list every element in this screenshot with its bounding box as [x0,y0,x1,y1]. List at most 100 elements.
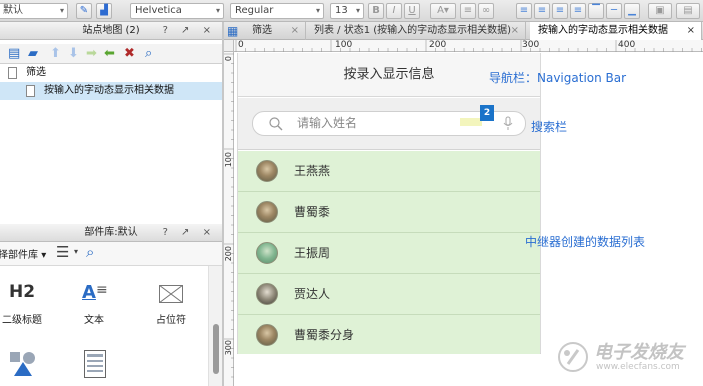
tab-label: 筛选 [252,25,272,36]
search-icon[interactable]: ⌕ [86,243,94,261]
text-icon: A ≡ [82,282,108,303]
library-widget-table[interactable] [80,350,110,380]
repeater-list: 王燕燕 曹蜀黍 王振周 贾达人 曹蜀黍分身 [238,151,540,354]
search-icon[interactable]: ⌕ [145,46,152,62]
bold-icon[interactable]: B [368,3,384,19]
close-icon[interactable]: × [291,22,299,40]
tab-label: 按输入的字动态显示相关数据 [538,25,668,36]
add-folder-icon[interactable]: ▰ [28,46,38,62]
ruler-mark: 200 [224,246,233,262]
list-item[interactable]: 王燕燕 [238,151,540,192]
format-painter-icon[interactable]: ✎ [76,3,92,19]
list-item[interactable]: 曹蜀黍 [238,192,540,233]
delete-page-icon[interactable]: ✖ [124,46,135,62]
horizontal-ruler: 0 100 200 300 400 [234,40,703,52]
close-icon[interactable]: × [687,22,695,40]
underline-icon[interactable]: U [404,3,420,19]
avatar [256,201,278,223]
microphone-icon[interactable] [503,116,513,132]
add-page-icon[interactable]: ▤ [8,46,20,62]
library-widget-placeholder[interactable]: 占位符 [146,282,196,326]
search-placeholder: 请输入姓名 [297,116,358,130]
page-list-icon[interactable]: ▦ [227,24,238,38]
library-select[interactable]: 择部件库 ▾ [0,246,46,261]
paint-bucket-icon[interactable]: ▟ [96,3,112,19]
chevron-down-icon: ▾ [315,6,320,15]
text-color-icon[interactable]: A▾ [430,3,456,19]
style-select-value: 默认 [3,5,23,16]
sitemap-item-selected[interactable]: 按输入的字动态显示相关数据 [0,82,222,100]
ruler-mark: 300 [522,40,540,50]
note-navigation-bar: 导航栏：Navigation Bar [489,71,627,85]
library-widget-label: 占位符 [156,315,186,326]
line-color-icon[interactable]: ▤ [676,3,700,19]
font-style-select[interactable]: Regular ▾ [230,3,324,19]
sitemap-title: 站点地图 (2) [82,25,140,36]
sitemap-toolbar: ▤ ▰ ⬆ ⬇ ➡ ⬅ ✖ ⌕ [0,44,222,64]
format-toolbar: 默认 ▾ ✎ ▟ Helvetica ▾ Regular ▾ 13 ▾ B I … [0,0,703,22]
tab-dynamic-data[interactable]: 按输入的字动态显示相关数据 × [530,22,702,40]
library-widget-label: 二级标题 [2,315,42,326]
fill-color-icon[interactable]: ▣ [648,3,672,19]
document-tabs: ▦ 筛选 × 列表 / 状态1 (按输入的字动态显示相关数据) × 按输入的字动… [224,22,703,40]
bullet-icon[interactable]: ≡ [460,3,476,19]
list-item[interactable]: 贾达人 [238,274,540,315]
ruler-ticks [224,53,234,378]
sitemap-item[interactable]: 筛选 [0,64,222,82]
chevron-down-icon: ▾ [355,6,360,15]
outdent-icon[interactable]: ⬅ [104,46,115,62]
chevron-down-icon[interactable]: ▾ [74,247,78,256]
watermark-text: 电子发烧友 [594,342,684,363]
font-size-select[interactable]: 13 ▾ [330,3,364,19]
list-item-name: 曹蜀黍分身 [294,328,355,342]
search-icon [269,117,283,131]
annotation-badge[interactable]: 2 [480,105,494,121]
align-justify-icon[interactable]: ≡ [570,3,586,19]
ruler-mark: 200 [429,40,447,50]
close-icon[interactable]: × [511,22,519,40]
move-up-icon[interactable]: ⬆ [50,46,61,62]
tab-list-state[interactable]: 列表 / 状态1 (按输入的字动态显示相关数据) × [306,22,526,40]
library-toolbar: 择部件库 ▾ ☰ ▾ ⌕ [0,242,222,266]
library-widget-text[interactable]: A ≡ 文本 [72,282,116,326]
avatar [256,242,278,264]
library-widget-image[interactable] [6,350,40,380]
list-item[interactable]: 曹蜀黍分身 [238,315,540,356]
menu-icon[interactable]: ☰ [56,243,69,261]
link-icon[interactable]: ∞ [478,3,494,19]
valign-bottom-icon[interactable]: ▁ [624,3,640,19]
library-panel-controls[interactable]: ? ↗ × [163,224,216,242]
avatar [256,324,278,346]
placeholder-icon [146,282,196,306]
align-left-icon[interactable]: ≡ [516,3,532,19]
search-bar: 请输入姓名 [238,98,540,150]
avatar [256,160,278,182]
heading-icon: H2 [8,282,36,302]
font-family-select[interactable]: Helvetica ▾ [130,3,224,19]
style-select[interactable]: 默认 ▾ [0,3,68,19]
highlight-marker [460,118,482,126]
ruler-mark: 100 [224,152,233,168]
tab-filter[interactable]: 筛选 × [244,22,306,40]
sitemap-panel-controls[interactable]: ? ↗ × [163,22,216,40]
font-family-value: Helvetica [135,5,182,16]
italic-icon[interactable]: I [386,3,402,19]
move-down-icon[interactable]: ⬇ [68,46,79,62]
align-right-icon[interactable]: ≡ [552,3,568,19]
indent-icon[interactable]: ➡ [86,46,97,62]
scrollbar-thumb[interactable] [213,324,219,374]
align-center-icon[interactable]: ≡ [534,3,550,19]
library-scrollbar[interactable] [208,266,222,386]
valign-middle-icon[interactable]: ─ [606,3,622,19]
library-header: 部件库:默认 ? ↗ × [0,224,222,242]
font-size-value: 13 [335,5,348,16]
library-widget-heading2[interactable]: H2 二级标题 [0,282,44,326]
valign-top-icon[interactable]: ▔ [588,3,604,19]
list-item-name: 贾达人 [294,287,331,301]
chevron-down-icon: ▾ [41,250,47,261]
image-shapes-icon [10,352,35,376]
list-item[interactable]: 王振周 [238,233,540,274]
ruler-mark: 0 [224,56,233,62]
ruler-mark: 300 [224,340,233,356]
watermark-logo: 电子发烧友 www.elecfans.com [556,336,696,380]
